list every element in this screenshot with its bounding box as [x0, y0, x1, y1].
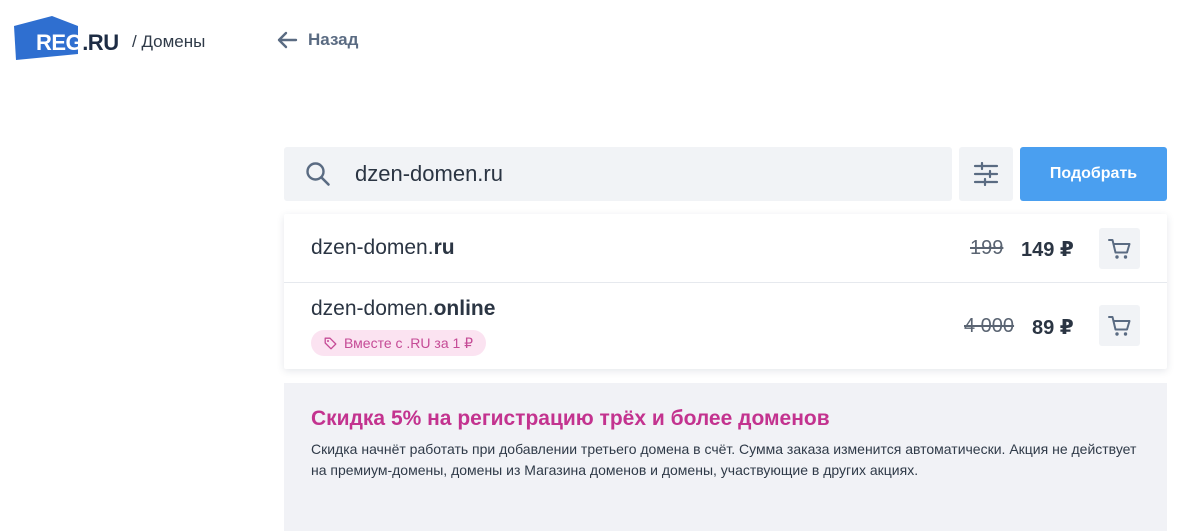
cart-icon	[1107, 238, 1130, 259]
discount-promo-panel: Скидка 5% на регистрацию трёх и более до…	[284, 383, 1167, 531]
back-label: Назад	[308, 30, 359, 49]
old-price: 199	[970, 237, 1004, 259]
domain-result-row[interactable]: dzen-domen.ru 199 149 ₽	[284, 214, 1167, 283]
domain-result-row[interactable]: dzen-domen.online Вместе с .RU за 1 ₽ 4 …	[284, 283, 1167, 369]
breadcrumb[interactable]: / Домены	[132, 32, 205, 52]
price: 89 ₽	[1032, 317, 1074, 339]
reg-ru-logo[interactable]: REG.RU	[14, 16, 119, 60]
promo-title: Скидка 5% на регистрацию трёх и более до…	[311, 407, 830, 430]
cart-icon	[1107, 315, 1130, 336]
domain-search-input[interactable]	[353, 160, 917, 188]
search-icon	[306, 162, 330, 186]
logo-text: REG.RU	[36, 30, 119, 55]
pick-domains-button[interactable]: Подобрать	[1020, 147, 1167, 201]
badge-label: Вместе с .RU за 1 ₽	[344, 334, 474, 351]
domain-search-bar	[284, 147, 952, 201]
old-price: 4 000	[964, 315, 1015, 337]
promo-text: Скидка начнёт работать при добавлении тр…	[311, 441, 1137, 478]
domain-name: dzen-domen.ru	[311, 236, 455, 259]
add-to-cart-button[interactable]	[1099, 305, 1140, 346]
domain-results-list: dzen-domen.ru 199 149 ₽ dzen-domen.onlin…	[284, 214, 1167, 369]
arrow-left-icon	[277, 31, 298, 49]
tag-icon	[324, 337, 337, 349]
add-to-cart-button[interactable]	[1099, 228, 1140, 269]
sliders-icon	[973, 162, 999, 186]
filter-button[interactable]	[959, 147, 1013, 201]
back-button[interactable]: Назад	[276, 30, 358, 50]
domain-name: dzen-domen.online	[311, 297, 496, 320]
promo-badge: Вместе с .RU за 1 ₽	[311, 330, 487, 356]
price: 149 ₽	[1021, 239, 1074, 261]
